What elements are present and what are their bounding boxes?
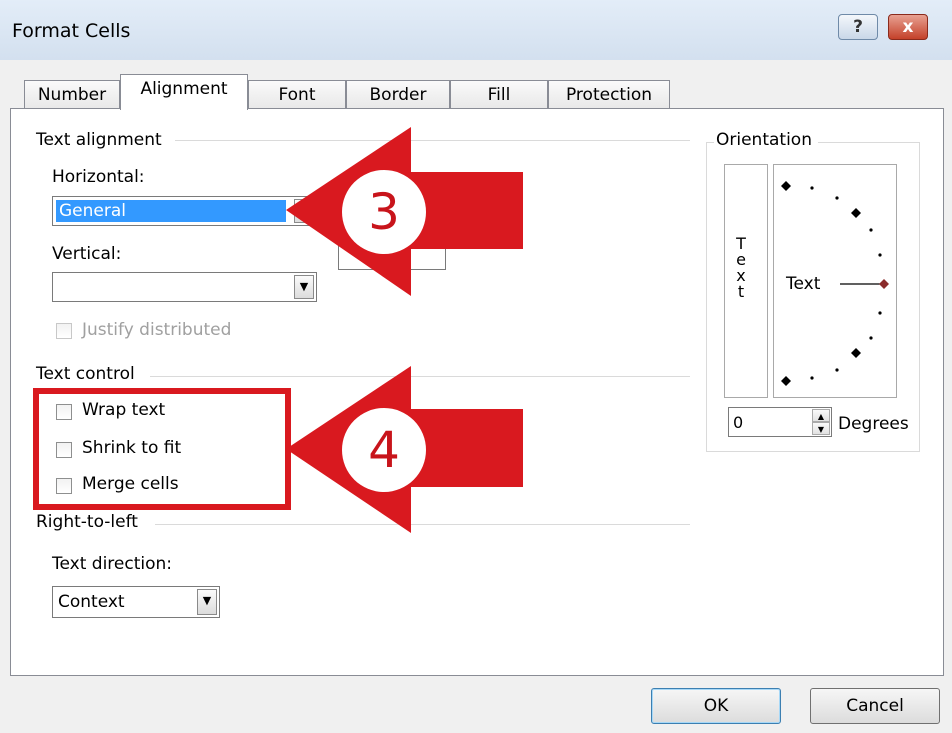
- degrees-value[interactable]: 0: [733, 413, 743, 432]
- tab-fill[interactable]: Fill: [450, 80, 548, 109]
- text-alignment-group-label: Text alignment: [36, 130, 168, 150]
- vertical-text: Text: [736, 234, 746, 301]
- spin-down-icon[interactable]: ▼: [812, 422, 830, 435]
- degrees-spinner[interactable]: 0 ▲ ▼: [728, 407, 832, 437]
- help-button[interactable]: ?: [838, 14, 878, 40]
- tab-alignment[interactable]: Alignment: [120, 74, 248, 110]
- tab-number[interactable]: Number: [24, 80, 120, 109]
- horizontal-select-value: General: [56, 200, 286, 222]
- annotation-number-4: 4: [342, 408, 426, 492]
- vertical-label: Vertical:: [52, 244, 122, 264]
- chevron-down-icon[interactable]: ▼: [197, 589, 217, 615]
- right-to-left-group-label: Right-to-left: [36, 512, 144, 532]
- horizontal-select[interactable]: General ▼: [52, 196, 317, 226]
- tab-protection[interactable]: Protection: [548, 80, 670, 109]
- orientation-group-label: Orientation: [714, 130, 818, 150]
- close-button[interactable]: x: [888, 14, 928, 40]
- text-direction-value: Context: [58, 592, 125, 612]
- spin-up-icon[interactable]: ▲: [812, 409, 830, 422]
- checkbox[interactable]: [56, 323, 72, 339]
- ok-button[interactable]: OK: [651, 688, 781, 724]
- title-bar: Format Cells ? x: [0, 0, 952, 60]
- window-title: Format Cells: [12, 20, 131, 42]
- text-direction-select[interactable]: Context ▼: [52, 586, 220, 618]
- vertical-select[interactable]: ▼: [52, 272, 317, 302]
- annotation-number-3: 3: [342, 170, 426, 254]
- tab-font[interactable]: Font: [248, 80, 346, 109]
- text-control-group-label: Text control: [36, 364, 141, 384]
- justify-distributed-label: Justify distributed: [82, 320, 232, 340]
- tab-border[interactable]: Border: [346, 80, 450, 109]
- highlight-box-text-control: [33, 388, 291, 510]
- text-direction-label: Text direction:: [52, 554, 173, 574]
- dial-text: Text: [786, 274, 821, 294]
- spinner-buttons[interactable]: ▲ ▼: [812, 409, 830, 435]
- horizontal-label: Horizontal:: [52, 167, 145, 187]
- cancel-button[interactable]: Cancel: [810, 688, 940, 724]
- degrees-label: Degrees: [838, 414, 909, 434]
